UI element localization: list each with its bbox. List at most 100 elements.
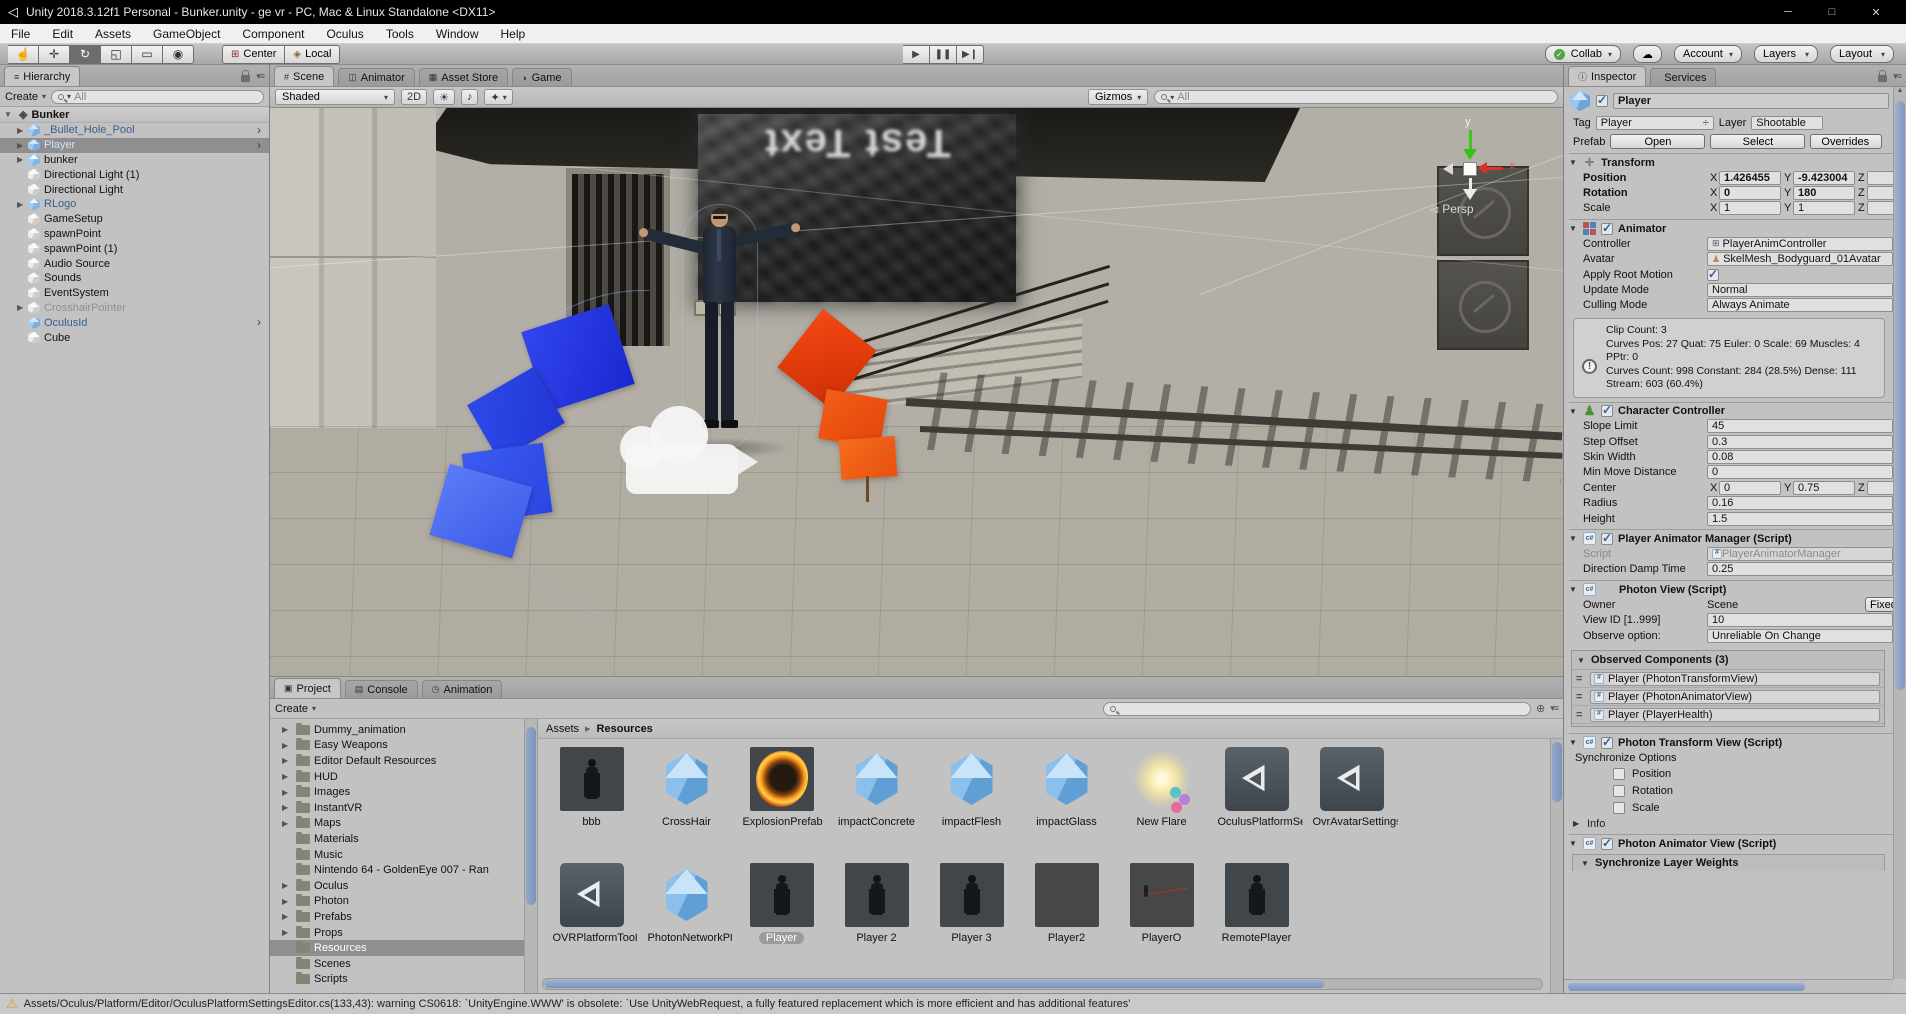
hierarchy-item[interactable]: ▶ Directional Light (1) ›	[0, 167, 269, 182]
component-header-photon-animator-view[interactable]: ▼Photon Animator View (Script)	[1569, 834, 1893, 851]
transform-tool-button[interactable]: ◉	[163, 45, 194, 64]
expand-arrow[interactable]: ▶	[282, 788, 292, 797]
down-axis-arrow[interactable]	[1463, 189, 1477, 200]
scene-viewport[interactable]: Test Text	[270, 108, 1563, 676]
layer-dropdown[interactable]: Shootable	[1751, 116, 1823, 130]
folder-item[interactable]: ▶ Editor Default Resources	[270, 753, 537, 769]
hierarchy-item[interactable]: ▶ GameSetup ›	[0, 212, 269, 227]
folder-item[interactable]: ▶ Prefabs	[270, 909, 537, 925]
shading-mode-dropdown[interactable]: Shaded▾	[275, 89, 395, 105]
drag-handle-icon[interactable]: =	[1576, 691, 1586, 703]
observed-component-row[interactable]: = Player (PhotonTransformView)	[1572, 670, 1884, 688]
sync-option-checkbox[interactable]	[1613, 768, 1625, 780]
hierarchy-item[interactable]: ▶ OculusId ›	[0, 315, 269, 330]
folder-item[interactable]: ▶ Dummy_animation	[270, 722, 537, 738]
update-mode-dropdown[interactable]: Normal	[1707, 283, 1893, 297]
audio-gizmo-panel[interactable]	[626, 444, 738, 494]
expand-arrow[interactable]: ▶	[282, 772, 292, 781]
folder-item[interactable]: ▶ Scenes	[270, 956, 537, 972]
position-y-field[interactable]: -9.423004	[1793, 171, 1855, 185]
menu-item[interactable]: File	[0, 25, 41, 43]
breadcrumb-root[interactable]: Assets	[546, 723, 579, 735]
maximize-button[interactable]: □	[1810, 6, 1854, 19]
asset-remoteplayer[interactable]: RemotePlayer	[1209, 863, 1304, 979]
tab-hierarchy[interactable]: ≡Hierarchy	[4, 66, 80, 86]
lock-icon[interactable]	[241, 75, 250, 82]
asset-playero[interactable]: PlayerO	[1114, 863, 1209, 979]
2d-toggle[interactable]: 2D	[401, 89, 427, 105]
menu-item[interactable]: Tools	[375, 25, 425, 43]
component-enabled-checkbox[interactable]	[1601, 838, 1613, 850]
slope-limit-field[interactable]: 45	[1707, 419, 1893, 433]
folder-item[interactable]: ▶ Nintendo 64 - GoldenEye 007 - Ran	[270, 862, 537, 878]
prefab-select-button[interactable]: Select	[1710, 134, 1805, 149]
controller-object-field[interactable]: ⊞PlayerAnimController	[1707, 237, 1893, 251]
tab-inspector[interactable]: ⓘInspector	[1568, 66, 1646, 86]
red-card-3[interactable]	[839, 436, 898, 480]
breadcrumb-current[interactable]: Resources	[597, 723, 653, 735]
asset-crosshair[interactable]: CrossHair	[639, 747, 734, 863]
perspective-toggle[interactable]: ◅Persp	[1429, 202, 1474, 216]
info-foldout[interactable]: ▶Info	[1569, 816, 1893, 831]
component-header-player-animator-manager[interactable]: ▼Player Animator Manager (Script)	[1569, 529, 1893, 546]
expand-arrow[interactable]: ▼	[4, 110, 15, 119]
move-tool-button[interactable]: ✛	[39, 45, 70, 64]
folder-item[interactable]: ▶ Materials	[270, 831, 537, 847]
z-axis-arrow[interactable]	[1443, 163, 1453, 175]
expand-arrow[interactable]: ▶	[17, 141, 28, 150]
tab-animation[interactable]: ◷Animation	[422, 680, 503, 698]
prefab-overrides-button[interactable]: Overrides	[1810, 134, 1882, 149]
asset-impactflesh[interactable]: impactFlesh	[924, 747, 1019, 863]
active-checkbox[interactable]	[1596, 95, 1608, 107]
menu-item[interactable]: GameObject	[142, 25, 231, 43]
asset-player-3[interactable]: Player 3	[924, 863, 1019, 979]
min-move-distance-field[interactable]: 0	[1707, 465, 1893, 479]
hierarchy-item[interactable]: ▶ Player ›	[0, 138, 269, 153]
hierarchy-item[interactable]: ▶ Audio Source ›	[0, 256, 269, 271]
sync-option-checkbox[interactable]	[1613, 802, 1625, 814]
step-offset-field[interactable]: 0.3	[1707, 435, 1893, 449]
component-enabled-checkbox[interactable]	[1601, 737, 1613, 749]
asset-player-2[interactable]: Player 2	[829, 863, 924, 979]
hierarchy-search-input[interactable]: ▾All	[51, 90, 264, 104]
script-object-field[interactable]: PlayerAnimatorManager	[1707, 547, 1893, 561]
project-create-button[interactable]: Create▾	[275, 703, 316, 715]
tab-project[interactable]: ▣Project	[274, 678, 341, 698]
menu-item[interactable]: Help	[490, 25, 537, 43]
folder-item[interactable]: ▶ Music	[270, 847, 537, 863]
tab-asset-store[interactable]: ▦Asset Store	[419, 68, 508, 86]
search-by-type-icon[interactable]: ⊕	[1536, 702, 1545, 715]
asset-impactconcrete[interactable]: impactConcrete	[829, 747, 924, 863]
pane-menu-icon[interactable]: ▾≡	[1550, 703, 1558, 714]
layout-dropdown[interactable]: Layout▾	[1830, 45, 1894, 63]
observed-object-field[interactable]: Player (PhotonAnimatorView)	[1590, 690, 1880, 704]
hierarchy-item[interactable]: ▶ Cube ›	[0, 330, 269, 345]
close-button[interactable]: ✕	[1854, 6, 1898, 19]
position-z-field[interactable]	[1867, 171, 1893, 185]
center-x-field[interactable]: 0	[1719, 481, 1781, 495]
prefab-open-arrow[interactable]: ›	[257, 123, 261, 137]
apply-root-motion-checkbox[interactable]	[1707, 269, 1719, 281]
expand-arrow[interactable]: ▶	[282, 928, 292, 937]
hand-tool-button[interactable]: ☝	[8, 45, 39, 64]
folder-item[interactable]: ▶ Maps	[270, 816, 537, 832]
account-dropdown[interactable]: Account▾	[1674, 45, 1742, 63]
center-z-field[interactable]	[1867, 481, 1893, 495]
scale-tool-button[interactable]: ◱	[101, 45, 132, 64]
expand-arrow[interactable]: ▶	[17, 155, 28, 164]
pane-menu-icon[interactable]: ▾≡	[1893, 71, 1901, 82]
folder-item[interactable]: ▶ Easy Weapons	[270, 738, 537, 754]
rotate-tool-button[interactable]: ↻	[70, 45, 101, 64]
view-orientation-gizmo[interactable]: y x ◅Persp	[1427, 120, 1517, 220]
pause-button[interactable]: ❚❚	[930, 45, 957, 64]
rotation-x-field[interactable]: 0	[1719, 186, 1781, 200]
component-header-photon-view[interactable]: ▼Photon View (Script)	[1569, 580, 1893, 597]
menu-item[interactable]: Edit	[41, 25, 84, 43]
component-header-character-controller[interactable]: ▼♟Character Controller	[1569, 402, 1893, 419]
asset-photonnetworkplayer[interactable]: PhotonNetworkPl...	[639, 863, 734, 979]
component-enabled-checkbox[interactable]	[1601, 533, 1613, 545]
skin-width-field[interactable]: 0.08	[1707, 450, 1893, 464]
tab-console[interactable]: ▤Console	[345, 680, 418, 698]
hierarchy-item[interactable]: ▶ _Bullet_Hole_Pool ›	[0, 123, 269, 138]
fixed-button[interactable]: Fixed	[1865, 597, 1893, 612]
